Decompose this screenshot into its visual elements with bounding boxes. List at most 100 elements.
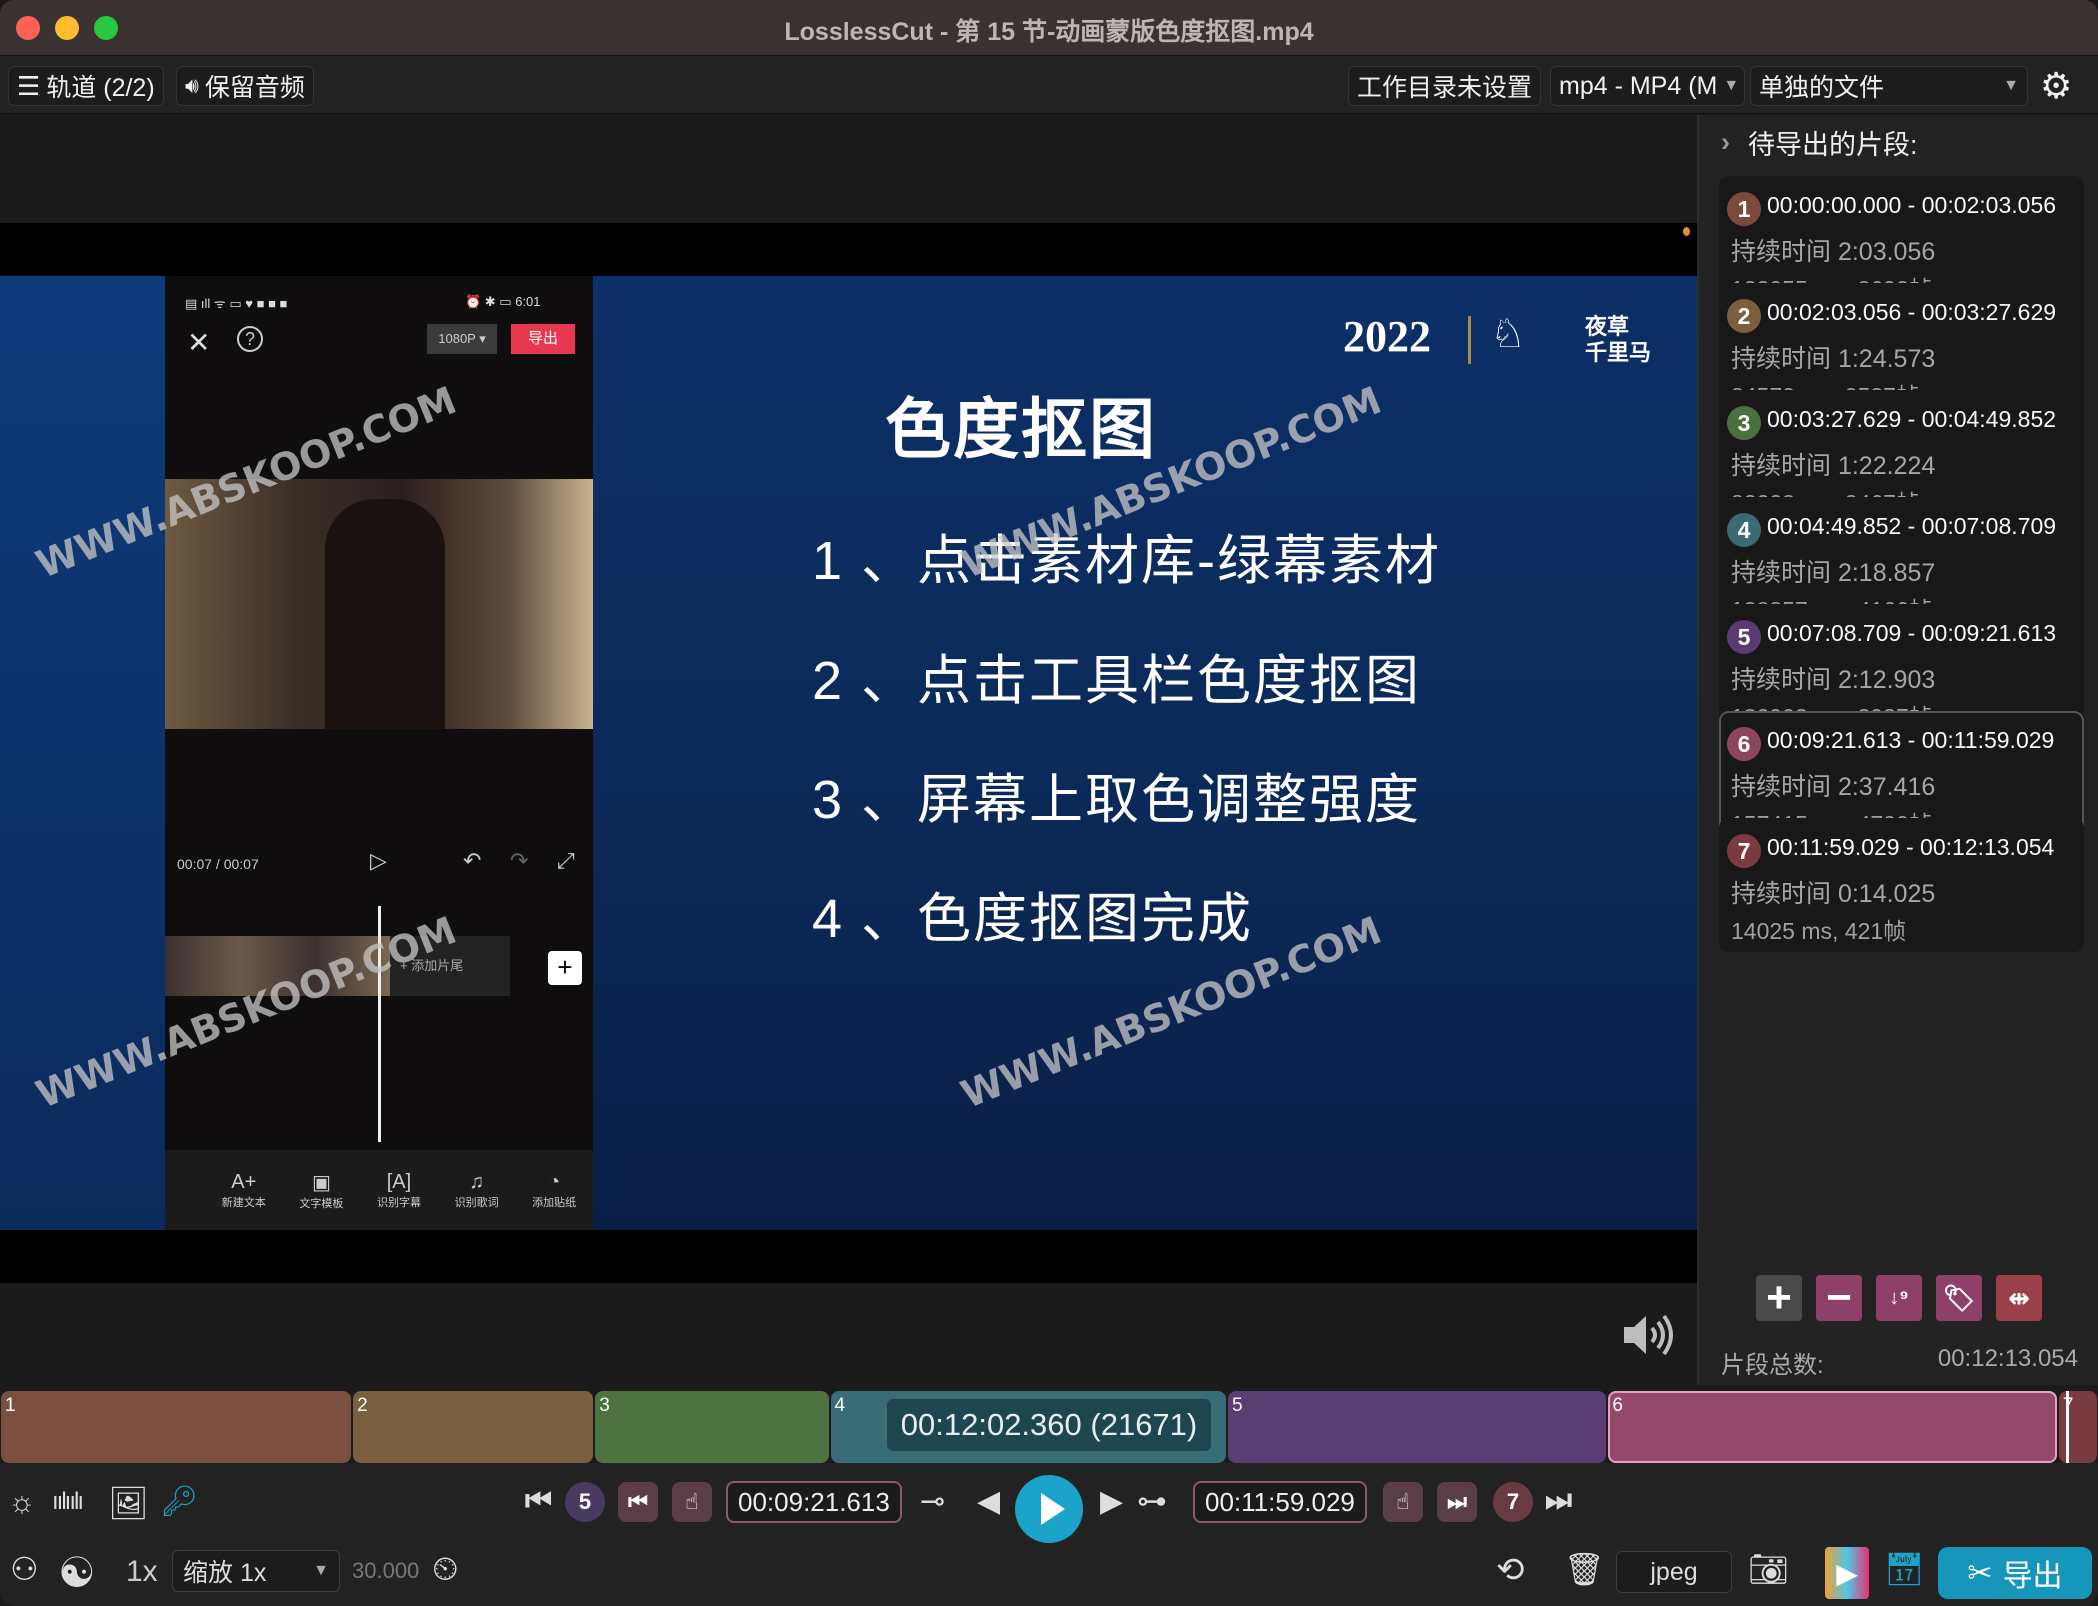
export-button[interactable]: ✂ 导出: [1938, 1547, 2092, 1599]
output-mode-select[interactable]: 单独的文件 ▼: [1750, 66, 2028, 106]
next-keyframe-key-icon[interactable]: ⊶: [1137, 1484, 1167, 1519]
yin-yang-icon[interactable]: ☯: [58, 1548, 96, 1597]
jump-cut-end-button[interactable]: ⏭: [1437, 1482, 1477, 1522]
lock-audio-icon[interactable]: ⚇: [10, 1550, 39, 1588]
rotate-icon[interactable]: ⟲: [1496, 1550, 1525, 1590]
phone-tool: [A] 识别字幕: [376, 1170, 421, 1209]
timeline-segment[interactable]: 7: [2058, 1391, 2097, 1463]
thumbnails-image-icon[interactable]: 🖼︎: [108, 1484, 149, 1522]
segment-number-badge: 4: [1727, 513, 1761, 547]
trash-icon[interactable]: 🗑︎: [1564, 1550, 1605, 1588]
phone-clock: 6:01: [515, 294, 541, 309]
phone-undo-icon: ↶: [463, 848, 482, 873]
slide-title: 色度抠图: [885, 394, 1157, 467]
speedometer-icon[interactable]: ⏲: [432, 1550, 459, 1589]
waveform-icon[interactable]: ıılıılı: [52, 1488, 84, 1516]
next-frame-icon[interactable]: ▶: [1100, 1484, 1123, 1519]
phone-timecode: 00:07 / 00:07: [177, 856, 259, 872]
keep-audio-button[interactable]: 🔊︎ 保留音频: [176, 66, 314, 106]
timeline-segment[interactable]: 1: [1, 1391, 352, 1463]
timeline-segment-number: 6: [1612, 1395, 1623, 1416]
segment-duration: 持续时间 2:12.903: [1731, 666, 1936, 694]
prev-keyframe-key-icon[interactable]: ⊸: [920, 1484, 945, 1519]
phone-toolbar: A+ 新建文本 ▣ 文字模板 [A] 识别字幕 ♫ 识别歌词 ◔ 添加贴纸: [165, 1150, 593, 1230]
remove-segment-button[interactable]: −: [1816, 1273, 1862, 1322]
zoom-select-value: 缩放 1x: [183, 1559, 267, 1587]
capture-format-select[interactable]: jpeg: [1616, 1551, 1732, 1593]
phone-tool: ▣ 文字模板: [299, 1171, 344, 1210]
timeline-segment[interactable]: 2: [353, 1391, 594, 1463]
segment-range: 00:04:49.852 - 00:07:08.709: [1767, 513, 2057, 539]
timeline-segment-number: 2: [357, 1395, 368, 1416]
format-select[interactable]: mp4 - MP4 (M ▼: [1550, 66, 1745, 106]
add-segment-button[interactable]: +: [1756, 1273, 1802, 1322]
camera-icon[interactable]: 📷︎: [1748, 1550, 1789, 1588]
phone-resolution: 1080P ▾: [427, 324, 497, 354]
slide-divider: [1468, 316, 1471, 364]
timeline-segment[interactable]: 6: [1608, 1391, 2057, 1463]
sort-segments-button[interactable]: ↓⁹: [1876, 1275, 1922, 1321]
zoom-select[interactable]: 缩放 1x ▼: [172, 1550, 340, 1592]
slide-brand: 夜草 千里马: [1585, 314, 1652, 365]
chevron-down-icon: ▼: [2003, 77, 2019, 94]
timeline-segment[interactable]: 5: [1227, 1391, 1607, 1463]
segment-range: 00:02:03.056 - 00:03:27.629: [1767, 299, 2057, 325]
settings-sun-icon[interactable]: ☼: [8, 1486, 36, 1520]
playhead[interactable]: [2066, 1391, 2069, 1463]
current-time-display: 00:12:02.360 (21671): [887, 1399, 1211, 1451]
tag-segment-button[interactable]: 🏷︎: [1936, 1275, 1982, 1321]
total-duration: 00:12:13.054: [1937, 1345, 2078, 1372]
segment-range: 00:07:08.709 - 00:09:21.613: [1767, 620, 2057, 646]
jump-cut-start-button[interactable]: ⏮: [618, 1482, 658, 1522]
chevron-down-icon: ▼: [1723, 77, 1740, 94]
jump-to-end-icon[interactable]: ⏭: [1545, 1484, 1572, 1518]
segment-number-badge: 5: [1727, 620, 1761, 654]
list-icon: ☰: [17, 70, 41, 101]
volume-icon[interactable]: [1620, 1310, 1680, 1360]
phone-tool: ◔ 添加贴纸: [532, 1170, 577, 1209]
segment-number-badge: 2: [1727, 299, 1761, 333]
slide-step: 4 、色度抠图完成: [812, 889, 1254, 949]
calendar-icon[interactable]: 📅︎: [1884, 1550, 1925, 1588]
media-player-icon[interactable]: ▶: [1825, 1547, 1869, 1599]
prev-segment-button[interactable]: 5: [565, 1482, 605, 1522]
workdir-button[interactable]: 工作目录未设置: [1348, 66, 1542, 106]
phone-status-right: ⏰ ✱ ▭ 6:01: [465, 294, 541, 309]
slide-step: 3 、屏幕上取色调整强度: [812, 770, 1422, 830]
settings-gear-icon[interactable]: ⚙: [2040, 66, 2072, 106]
segment-duration: 持续时间 1:22.224: [1731, 452, 1936, 480]
slide-step: 2 、点击工具栏色度抠图: [812, 651, 1422, 711]
chevron-right-icon[interactable]: ›: [1721, 127, 1730, 158]
segment-duration: 持续时间 2:18.857: [1731, 559, 1936, 587]
prev-frame-icon[interactable]: ◀: [977, 1484, 1000, 1519]
chevron-down-icon: ▼: [313, 1562, 329, 1579]
set-cut-end-button[interactable]: ☝: [1383, 1482, 1423, 1522]
tracks-button[interactable]: ☰ 轨道 (2/2): [8, 66, 164, 106]
set-cut-start-button[interactable]: ☝: [672, 1482, 712, 1522]
window-title: LosslessCut - 第 15 节-动画蒙版色度抠图.mp4: [784, 18, 1314, 46]
play-icon: [1041, 1493, 1065, 1525]
split-segment-button[interactable]: ⇹: [1996, 1275, 2042, 1321]
play-button[interactable]: [1015, 1475, 1083, 1543]
next-segment-button[interactable]: 7: [1493, 1482, 1533, 1522]
segment-duration: 持续时间 0:14.025: [1731, 880, 1936, 908]
segment-list-item[interactable]: 7 00:11:59.029 - 00:12:13.054 持续时间 0:14.02…: [1719, 818, 2084, 952]
panel-header[interactable]: › 待导出的片段:: [1721, 123, 1918, 162]
slide-year: 2022: [1343, 312, 1431, 361]
phone-video-preview: [165, 479, 593, 729]
keyframe-key-icon[interactable]: 🔑︎: [160, 1484, 198, 1519]
panel-title: 待导出的片段:: [1748, 130, 1918, 160]
jump-to-start-icon[interactable]: ⏮: [525, 1484, 552, 1518]
export-label: 导出: [2002, 1560, 2063, 1593]
timeline-segment-number: 3: [599, 1395, 610, 1416]
segment-duration: 持续时间 1:24.573: [1731, 345, 1936, 373]
cut-end-input[interactable]: 00:11:59.029: [1193, 1481, 1367, 1523]
segment-range: 00:03:27.629 - 00:04:49.852: [1767, 406, 2057, 432]
cut-start-input[interactable]: 00:09:21.613: [726, 1481, 902, 1523]
playback-speed[interactable]: 1x: [126, 1555, 158, 1589]
title-bar: LosslessCut - 第 15 节-动画蒙版色度抠图.mp4: [0, 0, 2098, 56]
phone-play-icon: ▷: [370, 848, 387, 873]
slide-step: 1 、点击素材库-绿幕素材: [812, 531, 1442, 591]
phone-tool: ♫ 识别歌词: [454, 1170, 499, 1209]
timeline-segment[interactable]: 3: [595, 1391, 829, 1463]
